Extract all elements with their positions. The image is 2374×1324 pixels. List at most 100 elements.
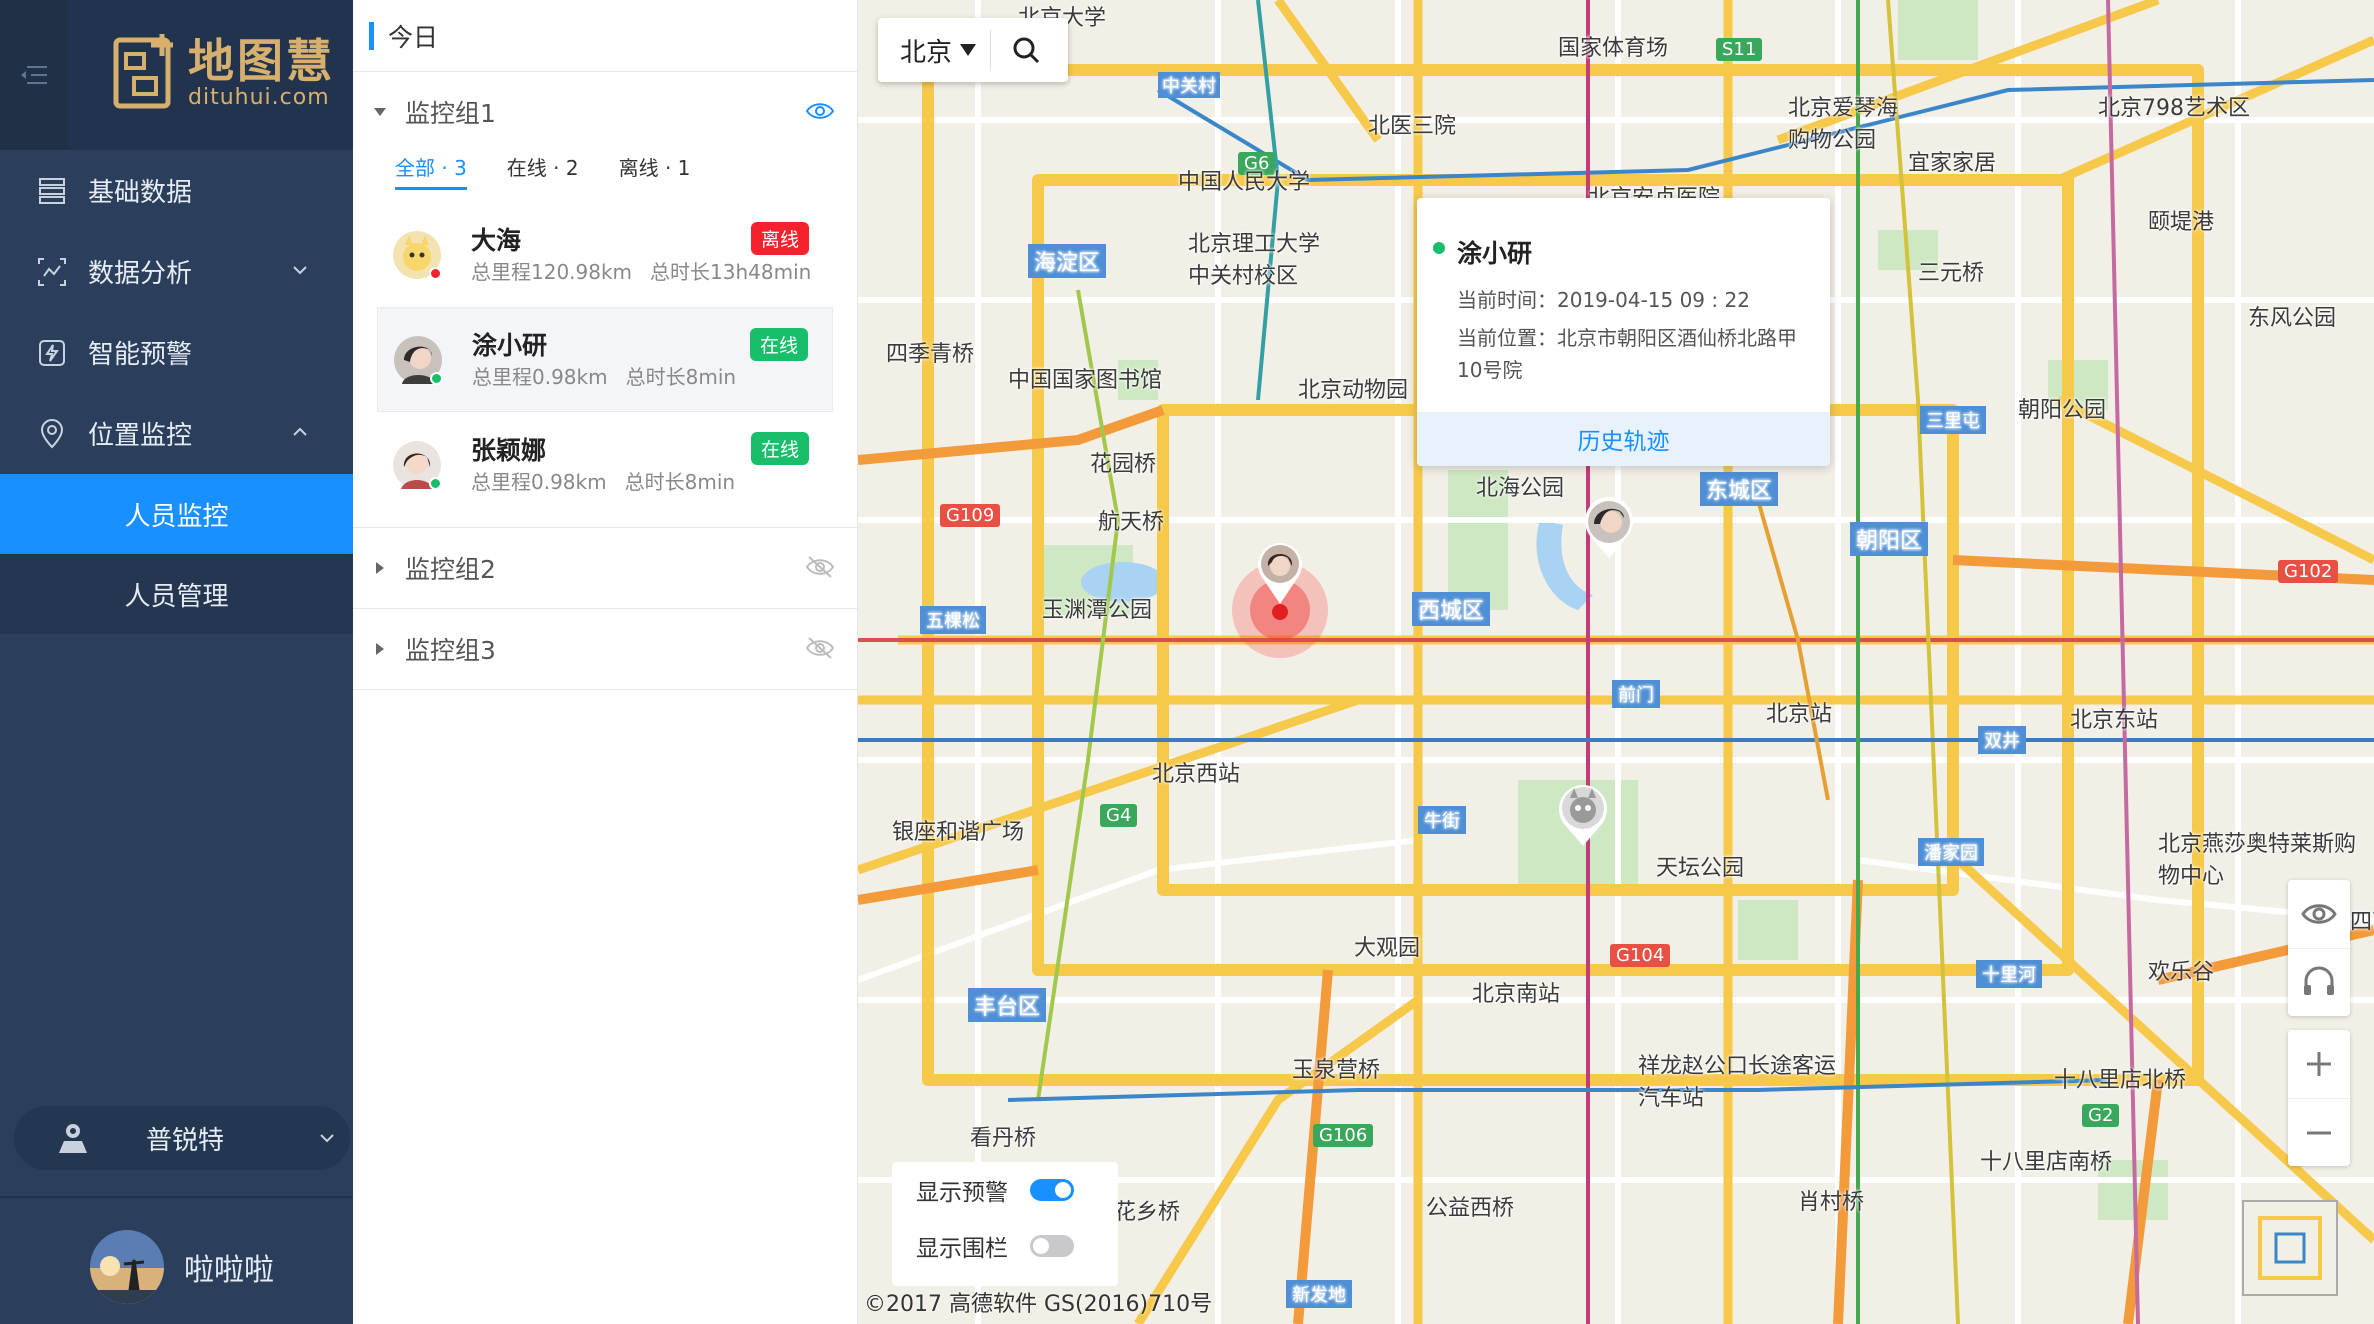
menu-item-data-analysis[interactable]: 数据分析 <box>0 231 353 312</box>
zoom-in-button[interactable] <box>2288 1030 2350 1098</box>
menu-item-smart-alert[interactable]: 智能预警 <box>0 312 353 393</box>
online-dot <box>1433 242 1445 254</box>
company-selector[interactable]: 普锐特 <box>14 1106 350 1170</box>
person-item[interactable]: 张颖娜 总里程0.98km 总时长8min 在线 <box>377 412 833 517</box>
place-label: 中国人民大学 <box>1178 170 1311 195</box>
area-label: 潘家园 <box>1918 838 1984 866</box>
menu-item-label: 位置监控 <box>88 421 193 451</box>
area-label: 丰台区 <box>968 988 1047 1022</box>
search-icon[interactable] <box>1011 35 1041 65</box>
place-label: 四季青桥 <box>886 342 975 367</box>
title-accent-bar <box>369 21 374 50</box>
switch-row-alert: 显示预警 <box>892 1162 1118 1218</box>
menu-item-label: 基础数据 <box>88 178 193 208</box>
road-tag: G102 <box>2278 560 2339 583</box>
tab-online[interactable]: 在线 · 2 <box>507 152 579 187</box>
brand-text: 地图慧 dituhui.com <box>188 36 335 110</box>
place-label: 北京动物园 <box>1298 378 1409 403</box>
alert-icon <box>39 339 65 366</box>
road-tag: G106 <box>1313 1124 1374 1147</box>
person-marker[interactable] <box>1574 492 1644 562</box>
collapse-menu-button[interactable] <box>0 0 68 150</box>
popup-person-name: 涂小研 <box>1457 239 1533 268</box>
submenu-item-person-monitor[interactable]: 人员监控 <box>0 474 353 554</box>
menu-item-base-data[interactable]: 基础数据 <box>0 150 353 231</box>
city-search-box: 北京 <box>878 18 1068 82</box>
place-label: 欢乐谷 <box>2148 960 2215 985</box>
tab-all[interactable]: 全部 · 3 <box>395 152 467 190</box>
user-profile[interactable]: 啦啦啦 <box>90 1230 274 1304</box>
status-tabs: 全部 · 3 在线 · 2 离线 · 1 <box>353 152 857 202</box>
city-selector[interactable]: 北京 <box>900 32 952 69</box>
place-label: 肖村桥 <box>1798 1190 1865 1215</box>
place-label: 十八里店南桥 <box>1980 1150 2113 1175</box>
company-icon <box>59 1124 87 1153</box>
show-alert-toggle[interactable] <box>1030 1179 1074 1201</box>
group-header[interactable]: 监控组1 <box>353 72 857 152</box>
area-label: 双井 <box>1978 726 2026 754</box>
avatar <box>394 335 443 385</box>
overview-map-thumbnail[interactable] <box>2242 1200 2338 1296</box>
place-label: 天坛公园 <box>1656 856 1745 881</box>
view-toggle-button[interactable] <box>2288 880 2350 948</box>
map-copyright: ©2017 高德软件 GS(2016)710号 <box>864 1292 1213 1317</box>
group-name: 监控组3 <box>405 636 496 665</box>
caret-right-icon <box>376 562 384 574</box>
database-icon <box>39 177 65 204</box>
person-stats: 总里程120.98km 总时长13h48min <box>471 258 811 286</box>
person-marker[interactable] <box>1548 778 1618 850</box>
area-label: 前门 <box>1612 680 1660 708</box>
eye-off-icon[interactable] <box>805 635 835 661</box>
panel-header: 今日 <box>353 0 857 72</box>
area-label: 三里屯 <box>1920 406 1986 434</box>
person-stats: 总里程0.98km 总时长8min <box>471 468 735 496</box>
place-label: 北海公园 <box>1476 476 1565 501</box>
group-header[interactable]: 监控组2 <box>353 528 857 608</box>
place-label: 北京西站 <box>1152 762 1241 787</box>
caret-down-icon <box>374 108 386 116</box>
tab-offline[interactable]: 离线 · 1 <box>619 152 691 187</box>
avatar <box>90 1230 164 1304</box>
person-item[interactable]: 大海 总里程120.98km 总时长13h48min 离线 <box>377 202 833 307</box>
user-name: 啦啦啦 <box>184 1253 274 1288</box>
switch-row-fence: 显示围栏 <box>892 1218 1118 1274</box>
analysis-icon <box>38 257 66 286</box>
submenu-item-person-manage[interactable]: 人员管理 <box>0 554 353 634</box>
switch-label: 显示预警 <box>916 1180 1008 1206</box>
zoom-out-button[interactable] <box>2288 1098 2350 1166</box>
place-label: 宜家家居 <box>1908 151 1997 176</box>
area-label: 中关村 <box>1158 72 1220 98</box>
caret-right-icon <box>376 643 384 655</box>
place-label: 朝阳公园 <box>2018 398 2107 423</box>
road-tag: G104 <box>1610 944 1671 967</box>
place-label: 北京理工大学中关村校区 <box>1188 232 1321 289</box>
location-icon <box>40 418 64 448</box>
headset-icon <box>2304 966 2334 995</box>
show-fence-toggle[interactable] <box>1030 1235 1074 1257</box>
group-header[interactable]: 监控组3 <box>353 609 857 689</box>
status-dot <box>429 476 442 490</box>
person-duration: 总时长13h48min <box>650 259 812 284</box>
place-label: 银座和谐广场 <box>892 820 1025 845</box>
place-label: 玉泉营桥 <box>1292 1058 1381 1083</box>
history-track-button[interactable]: 历史轨迹 <box>1417 412 1830 466</box>
popup-time: 当前时间：2019-04-15 09 : 22 <box>1457 288 1750 312</box>
road-tag: G4 <box>1100 804 1138 827</box>
place-label: 航天桥 <box>1098 510 1165 535</box>
person-marker-selected[interactable] <box>1228 530 1358 660</box>
support-button[interactable] <box>2288 948 2350 1016</box>
area-label: 新发地 <box>1286 1280 1352 1308</box>
eye-off-icon[interactable] <box>805 554 835 580</box>
plus-icon <box>2307 1052 2331 1076</box>
minus-icon <box>2307 1131 2331 1134</box>
person-item[interactable]: 涂小研 总里程0.98km 总时长8min 在线 <box>377 307 833 412</box>
caret-down-icon[interactable] <box>960 44 977 56</box>
brand-logo[interactable]: 地图慧 dituhui.com <box>112 34 335 112</box>
menu-item-location-monitor[interactable]: 位置监控 <box>0 393 353 474</box>
place-label: 看丹桥 <box>970 1126 1037 1151</box>
map-view[interactable]: G6 S11 G109 G102 G4 G104 G106 G2 北京大学 国家… <box>858 0 2374 1324</box>
place-label: 公益西桥 <box>1426 1196 1515 1221</box>
road-tag: G109 <box>940 504 1001 527</box>
place-label: 北京爱琴海购物公园 <box>1788 96 1899 153</box>
eye-icon[interactable] <box>805 98 835 124</box>
